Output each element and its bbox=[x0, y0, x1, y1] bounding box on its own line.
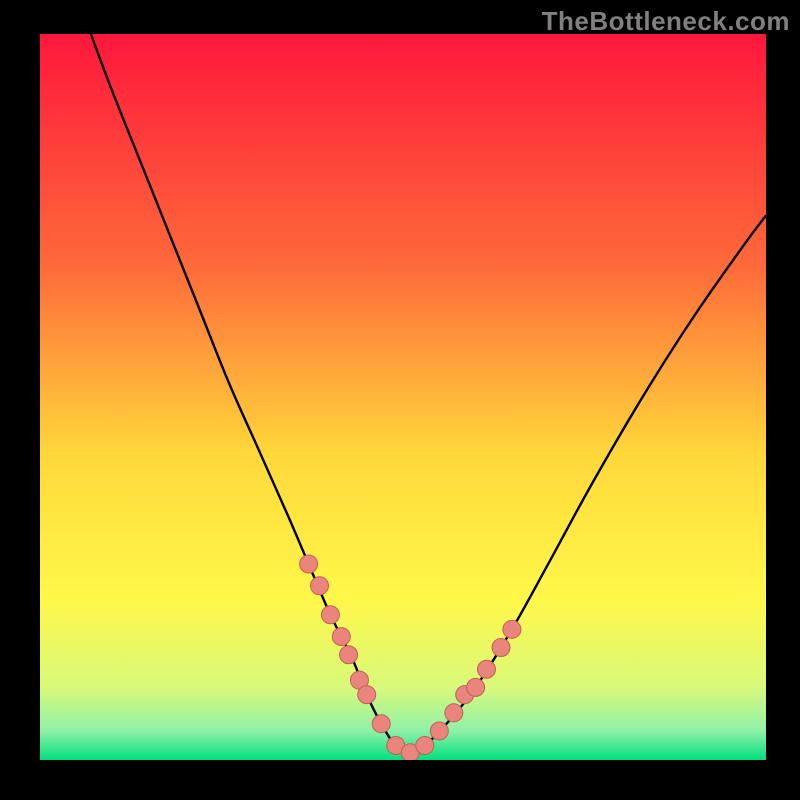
data-dot bbox=[492, 638, 510, 656]
data-dot bbox=[372, 715, 390, 733]
data-dot bbox=[430, 722, 448, 740]
data-dot bbox=[321, 606, 339, 624]
data-dot bbox=[332, 628, 350, 646]
data-dot bbox=[445, 704, 463, 722]
data-dot bbox=[503, 620, 521, 638]
data-dot bbox=[300, 555, 318, 573]
data-dot bbox=[340, 646, 358, 664]
data-dot bbox=[358, 686, 376, 704]
plot-background bbox=[40, 34, 766, 760]
data-dot bbox=[477, 660, 495, 678]
chart-canvas: TheBottleneck.com bbox=[0, 0, 800, 800]
chart-svg bbox=[0, 0, 800, 800]
watermark-text: TheBottleneck.com bbox=[542, 6, 790, 37]
data-dot bbox=[416, 736, 434, 754]
data-dot bbox=[467, 678, 485, 696]
data-dot bbox=[311, 577, 329, 595]
